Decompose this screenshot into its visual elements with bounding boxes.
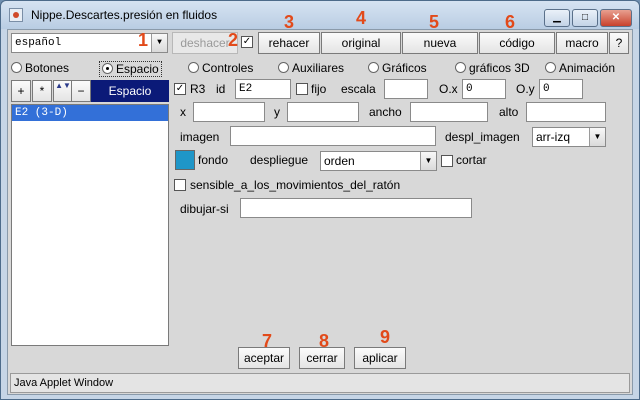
oy-label: O.y	[516, 82, 535, 96]
status-bar: Java Applet Window	[10, 373, 630, 393]
annotation-2: 2	[228, 30, 239, 50]
maximize-button[interactable]: □	[572, 9, 598, 27]
tab-graficos-3d[interactable]: gráficos 3D	[455, 61, 530, 75]
sensible-checkbox[interactable]	[174, 179, 186, 191]
space-list-panel: + * ▲▼ − Espacio E2 (3-D)	[11, 80, 171, 346]
despl-imagen-value: arr-izq	[536, 130, 571, 144]
annotation-9: 9	[380, 327, 391, 347]
imagen-field[interactable]	[230, 126, 436, 146]
annotation-3: 3	[284, 12, 295, 32]
alto-field[interactable]	[526, 102, 606, 122]
close-button[interactable]: ✕	[600, 9, 632, 27]
escala-field[interactable]	[384, 79, 428, 99]
sensible-label: sensible_a_los_movimientos_del_ratón	[190, 178, 401, 192]
tab-label: Auxiliares	[292, 61, 345, 75]
fijo-checkbox[interactable]	[296, 83, 308, 95]
chevron-down-icon: ▼	[151, 34, 167, 52]
radio-icon	[368, 62, 379, 73]
alto-label: alto	[499, 105, 519, 119]
space-list[interactable]: E2 (3-D)	[11, 104, 169, 346]
despliegue-value: orden	[324, 154, 355, 168]
radio-selected-icon	[102, 63, 113, 74]
macro-button[interactable]: macro	[556, 32, 608, 54]
move-updown-button[interactable]: ▲▼	[53, 80, 73, 102]
ancho-field[interactable]	[410, 102, 488, 122]
imagen-label: imagen	[180, 130, 220, 144]
apply-button[interactable]: aplicar	[354, 347, 406, 369]
tab-controles[interactable]: Controles	[188, 61, 253, 75]
java-icon	[9, 8, 23, 22]
dibujar-si-label: dibujar-si	[180, 202, 229, 216]
radio-icon	[188, 62, 199, 73]
radio-icon	[455, 62, 466, 73]
chevron-down-icon: ▼	[589, 128, 605, 146]
x-label: x	[180, 105, 186, 119]
ox-field[interactable]: 0	[462, 79, 506, 99]
r3-checkbox[interactable]: ✓	[174, 83, 186, 95]
chevron-down-icon: ▼	[420, 152, 436, 170]
tab-label: Espacio	[116, 62, 159, 76]
annotation-1: 1	[138, 30, 149, 50]
tab-label: Animación	[559, 61, 616, 75]
tab-label: Botones	[25, 61, 70, 75]
escala-label: escala	[341, 82, 376, 96]
y-label: y	[274, 105, 280, 119]
fondo-label: fondo	[198, 153, 229, 167]
new-button[interactable]: nueva	[402, 32, 478, 54]
id-field[interactable]: E2	[235, 79, 291, 99]
fijo-label: fijo	[311, 82, 327, 96]
radio-icon	[545, 62, 556, 73]
despliegue-label: despliegue	[250, 153, 309, 167]
editor-panel: español ▼ deshacer ✓ rehacer original nu…	[7, 8, 633, 395]
tab-espacio[interactable]: Espacio	[99, 61, 162, 77]
ox-label: O.x	[439, 82, 458, 96]
redo-button[interactable]: rehacer	[258, 32, 320, 54]
despl-imagen-select[interactable]: arr-izq ▼	[532, 127, 606, 147]
tab-label: gráficos 3D	[469, 61, 530, 75]
annotation-4: 4	[356, 8, 367, 28]
annotation-6: 6	[505, 12, 516, 32]
tab-auxiliares[interactable]: Auxiliares	[278, 61, 344, 75]
language-value: español	[15, 37, 62, 49]
app-window: Nippe.Descartes.presión en fluidos ▁ □ ✕…	[0, 0, 640, 400]
add-space-button[interactable]: +	[11, 80, 31, 102]
help-button[interactable]: ?	[609, 32, 629, 54]
id-label: id	[216, 82, 226, 96]
dibujar-si-field[interactable]	[240, 198, 472, 218]
fondo-color-swatch[interactable]	[175, 150, 195, 170]
radio-icon	[278, 62, 289, 73]
cortar-label: cortar	[456, 153, 487, 167]
cortar-checkbox[interactable]	[441, 155, 453, 167]
radio-icon	[11, 62, 22, 73]
annotation-5: 5	[429, 12, 440, 32]
accept-button[interactable]: aceptar	[238, 347, 290, 369]
ancho-label: ancho	[369, 105, 402, 119]
title-bar[interactable]: Nippe.Descartes.presión en fluidos ▁ □ ✕	[1, 1, 639, 29]
window-title: Nippe.Descartes.presión en fluidos	[31, 8, 218, 22]
tab-label: Gráficos	[382, 61, 427, 75]
section-tabs: Botones Espacio Controles Auxiliares Grá…	[8, 59, 632, 79]
oy-field[interactable]: 0	[539, 79, 583, 99]
tab-graficos[interactable]: Gráficos	[368, 61, 427, 75]
r3-label: R3	[190, 82, 206, 96]
tab-botones[interactable]: Botones	[11, 61, 69, 75]
minimize-button[interactable]: ▁	[544, 9, 570, 27]
undo-checkbox[interactable]: ✓	[241, 36, 253, 48]
close-dialog-button[interactable]: cerrar	[299, 347, 345, 369]
space-list-header: Espacio	[91, 80, 169, 102]
remove-space-button[interactable]: −	[71, 80, 91, 102]
list-item[interactable]: E2 (3-D)	[12, 105, 168, 121]
y-field[interactable]	[287, 102, 359, 122]
duplicate-space-button[interactable]: *	[32, 80, 52, 102]
tab-label: Controles	[202, 61, 254, 75]
tab-animacion[interactable]: Animación	[545, 61, 615, 75]
x-field[interactable]	[193, 102, 265, 122]
despliegue-select[interactable]: orden ▼	[320, 151, 437, 171]
despl-imagen-label: despl_imagen	[445, 130, 520, 144]
code-button[interactable]: código	[479, 32, 555, 54]
original-button[interactable]: original	[321, 32, 401, 54]
